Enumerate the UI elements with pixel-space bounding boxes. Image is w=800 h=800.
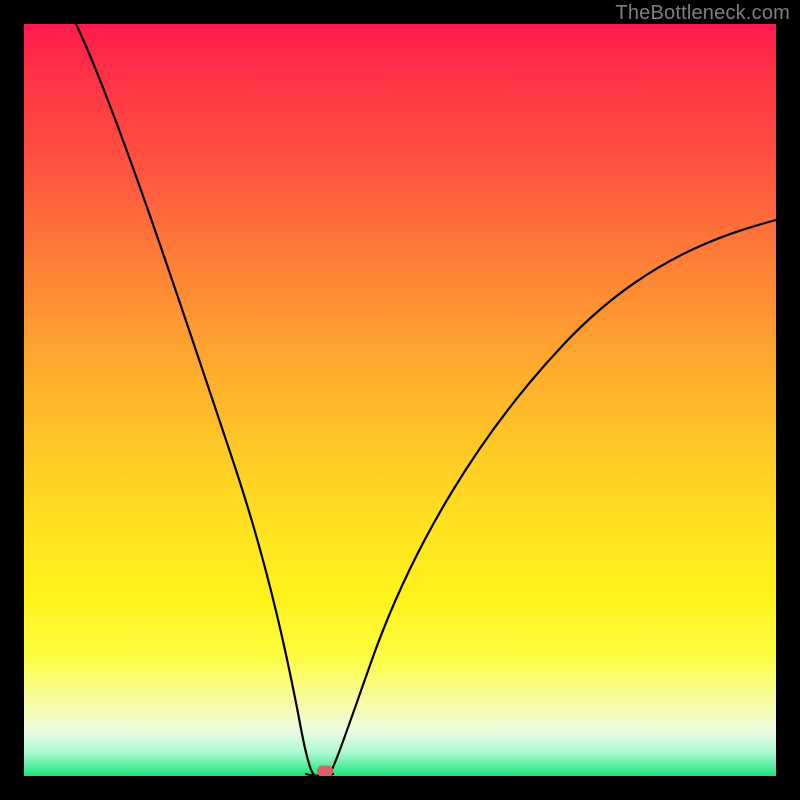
- optimal-point-marker: [317, 766, 333, 776]
- plot-area: [24, 24, 776, 776]
- watermark-text: TheBottleneck.com: [615, 2, 790, 25]
- curve-left-branch: [76, 24, 314, 775]
- curve-right-branch: [329, 220, 776, 775]
- bottleneck-curve: [24, 24, 776, 776]
- chart-frame: TheBottleneck.com: [0, 0, 800, 800]
